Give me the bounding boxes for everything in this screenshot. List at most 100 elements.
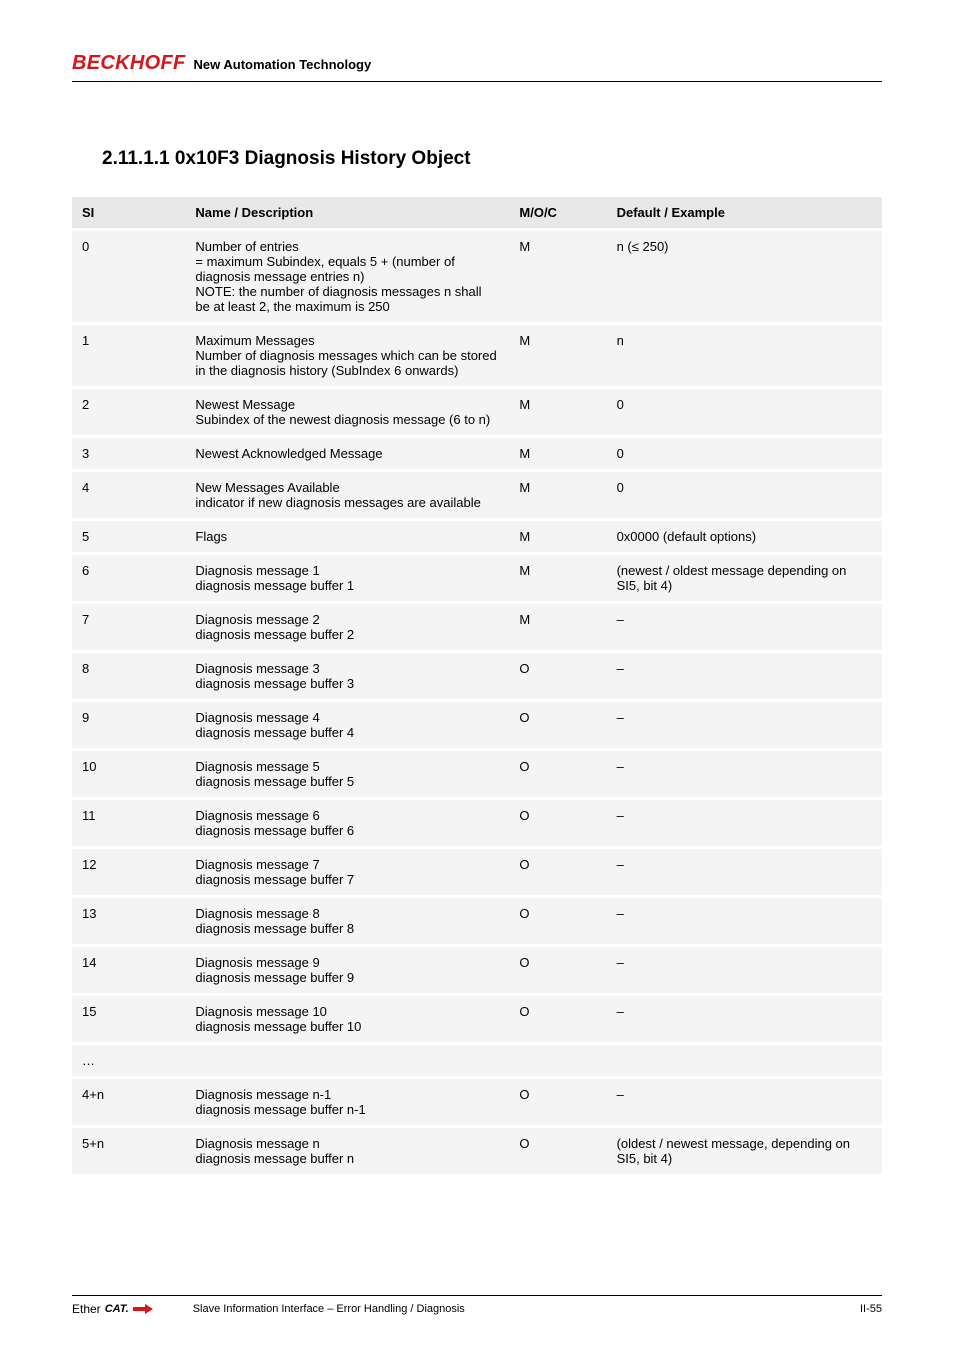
cell-name: Number of entries = maximum Subindex, eq… <box>185 231 509 322</box>
arrow-icon <box>133 1304 153 1314</box>
cell-index: 9 <box>72 702 185 748</box>
cell-name: Flags <box>185 521 509 552</box>
cell-flags: M <box>509 472 606 518</box>
cell-index: 3 <box>72 438 185 469</box>
cell-index: 14 <box>72 947 185 993</box>
cell-index: 10 <box>72 751 185 797</box>
cell-default: – <box>607 849 882 895</box>
cell-flags: M <box>509 604 606 650</box>
table-row: 10Diagnosis message 5 diagnosis message … <box>72 751 882 797</box>
cell-name: Diagnosis message 10 diagnosis message b… <box>185 996 509 1042</box>
cell-name: Diagnosis message n diagnosis message bu… <box>185 1128 509 1174</box>
page-footer: EtherCAT. Slave Information Interface – … <box>72 1295 882 1316</box>
cell-default: – <box>607 800 882 846</box>
section-title: 2.11.1.1 0x10F3 Diagnosis History Object <box>102 148 882 170</box>
cell-default: (newest / oldest message depending on SI… <box>607 555 882 601</box>
cell-index: 5+n <box>72 1128 185 1174</box>
cell-flags: O <box>509 800 606 846</box>
cell-name <box>185 1045 509 1076</box>
cell-index: 13 <box>72 898 185 944</box>
cell-name: Diagnosis message 6 diagnosis message bu… <box>185 800 509 846</box>
cell-flags: O <box>509 1128 606 1174</box>
cell-index: … <box>72 1045 185 1076</box>
table-row: 15Diagnosis message 10 diagnosis message… <box>72 996 882 1042</box>
table-row: 3Newest Acknowledged MessageM0 <box>72 438 882 469</box>
cell-default: – <box>607 604 882 650</box>
cell-index: 4+n <box>72 1079 185 1125</box>
cell-default: – <box>607 702 882 748</box>
cell-flags: M <box>509 231 606 322</box>
cell-default: – <box>607 751 882 797</box>
table-row: 4+nDiagnosis message n-1 diagnosis messa… <box>72 1079 882 1125</box>
cell-default: 0 <box>607 472 882 518</box>
cell-default: 0x0000 (default options) <box>607 521 882 552</box>
footer-center-text: Slave Information Interface – Error Hand… <box>193 1303 822 1315</box>
ethercat-suffix: CAT. <box>105 1303 129 1315</box>
brand-tagline: New Automation Technology <box>194 57 372 72</box>
cell-index: 7 <box>72 604 185 650</box>
table-row: 4New Messages Available indicator if new… <box>72 472 882 518</box>
table-row: 1Maximum Messages Number of diagnosis me… <box>72 325 882 386</box>
cell-name: Diagnosis message 2 diagnosis message bu… <box>185 604 509 650</box>
cell-name: Diagnosis message n-1 diagnosis message … <box>185 1079 509 1125</box>
cell-flags: O <box>509 702 606 748</box>
cell-index: 15 <box>72 996 185 1042</box>
cell-default <box>607 1045 882 1076</box>
cell-default: – <box>607 996 882 1042</box>
cell-index: 11 <box>72 800 185 846</box>
table-row: 8Diagnosis message 3 diagnosis message b… <box>72 653 882 699</box>
cell-flags: M <box>509 325 606 386</box>
cell-default: (oldest / newest message, depending on S… <box>607 1128 882 1174</box>
cell-flags: O <box>509 898 606 944</box>
table-row: 9Diagnosis message 4 diagnosis message b… <box>72 702 882 748</box>
cell-name: Diagnosis message 5 diagnosis message bu… <box>185 751 509 797</box>
cell-name: Diagnosis message 7 diagnosis message bu… <box>185 849 509 895</box>
header-name: Name / Description <box>185 197 509 228</box>
footer-page-number: II-55 <box>822 1303 882 1315</box>
brand-logo: BECKHOFF <box>72 52 186 75</box>
cell-flags: M <box>509 521 606 552</box>
cell-flags: M <box>509 438 606 469</box>
cell-flags: O <box>509 849 606 895</box>
cell-index: 6 <box>72 555 185 601</box>
cell-index: 2 <box>72 389 185 435</box>
cell-index: 8 <box>72 653 185 699</box>
cell-flags <box>509 1045 606 1076</box>
cell-name: Diagnosis message 4 diagnosis message bu… <box>185 702 509 748</box>
cell-name: Diagnosis message 8 diagnosis message bu… <box>185 898 509 944</box>
table-row: 12Diagnosis message 7 diagnosis message … <box>72 849 882 895</box>
cell-index: 5 <box>72 521 185 552</box>
cell-default: – <box>607 653 882 699</box>
header-default: Default / Example <box>607 197 882 228</box>
cell-flags: O <box>509 947 606 993</box>
cell-index: 12 <box>72 849 185 895</box>
table-row: 7Diagnosis message 2 diagnosis message b… <box>72 604 882 650</box>
table-row: 13Diagnosis message 8 diagnosis message … <box>72 898 882 944</box>
header-flags: M/O/C <box>509 197 606 228</box>
cell-default: – <box>607 947 882 993</box>
cell-flags: M <box>509 389 606 435</box>
table-row: 0Number of entries = maximum Subindex, e… <box>72 231 882 322</box>
header-si: SI <box>72 197 185 228</box>
table-row: 11Diagnosis message 6 diagnosis message … <box>72 800 882 846</box>
cell-default: – <box>607 898 882 944</box>
cell-default: n (≤ 250) <box>607 231 882 322</box>
cell-flags: O <box>509 996 606 1042</box>
cell-default: 0 <box>607 389 882 435</box>
cell-flags: O <box>509 751 606 797</box>
cell-index: 0 <box>72 231 185 322</box>
cell-name: Newest Acknowledged Message <box>185 438 509 469</box>
cell-name: Diagnosis message 3 diagnosis message bu… <box>185 653 509 699</box>
page-header: BECKHOFF New Automation Technology <box>72 52 882 82</box>
table-row: 6Diagnosis message 1 diagnosis message b… <box>72 555 882 601</box>
cell-flags: O <box>509 1079 606 1125</box>
diagnosis-history-table: SI Name / Description M/O/C Default / Ex… <box>72 194 882 1177</box>
cell-name: Maximum Messages Number of diagnosis mes… <box>185 325 509 386</box>
table-row: 5+nDiagnosis message n diagnosis message… <box>72 1128 882 1174</box>
cell-name: Newest Message Subindex of the newest di… <box>185 389 509 435</box>
cell-default: – <box>607 1079 882 1125</box>
table-header-row: SI Name / Description M/O/C Default / Ex… <box>72 197 882 228</box>
cell-name: Diagnosis message 9 diagnosis message bu… <box>185 947 509 993</box>
cell-name: New Messages Available indicator if new … <box>185 472 509 518</box>
cell-index: 1 <box>72 325 185 386</box>
